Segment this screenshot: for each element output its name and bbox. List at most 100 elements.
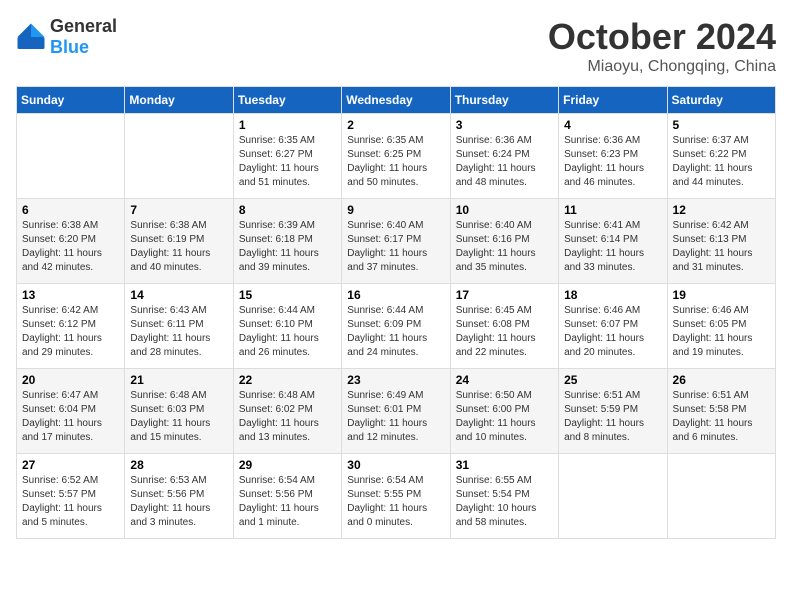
day-number: 20 [22, 373, 119, 387]
day-number: 7 [130, 203, 227, 217]
day-number: 30 [347, 458, 444, 472]
calendar-table: SundayMondayTuesdayWednesdayThursdayFrid… [16, 86, 776, 539]
day-info: Sunrise: 6:53 AMSunset: 5:56 PMDaylight:… [130, 474, 227, 530]
calendar-cell: 19 Sunrise: 6:46 AMSunset: 6:05 PMDaylig… [667, 284, 775, 369]
calendar-cell: 30 Sunrise: 6:54 AMSunset: 5:55 PMDaylig… [342, 454, 450, 539]
location: Miaoyu, Chongqing, China [548, 58, 776, 76]
day-info: Sunrise: 6:46 AMSunset: 6:05 PMDaylight:… [673, 304, 770, 360]
day-info: Sunrise: 6:52 AMSunset: 5:57 PMDaylight:… [22, 474, 119, 530]
day-info: Sunrise: 6:35 AMSunset: 6:25 PMDaylight:… [347, 134, 444, 190]
day-info: Sunrise: 6:54 AMSunset: 5:55 PMDaylight:… [347, 474, 444, 530]
calendar-header-row: SundayMondayTuesdayWednesdayThursdayFrid… [17, 87, 776, 114]
day-number: 10 [456, 203, 553, 217]
day-info: Sunrise: 6:55 AMSunset: 5:54 PMDaylight:… [456, 474, 553, 530]
day-number: 22 [239, 373, 336, 387]
day-number: 4 [564, 118, 661, 132]
day-info: Sunrise: 6:45 AMSunset: 6:08 PMDaylight:… [456, 304, 553, 360]
day-info: Sunrise: 6:38 AMSunset: 6:19 PMDaylight:… [130, 219, 227, 275]
logo-text: General Blue [50, 16, 117, 58]
day-number: 28 [130, 458, 227, 472]
day-info: Sunrise: 6:51 AMSunset: 5:59 PMDaylight:… [564, 389, 661, 445]
day-info: Sunrise: 6:36 AMSunset: 6:24 PMDaylight:… [456, 134, 553, 190]
calendar-week-row: 27 Sunrise: 6:52 AMSunset: 5:57 PMDaylig… [17, 454, 776, 539]
day-info: Sunrise: 6:40 AMSunset: 6:16 PMDaylight:… [456, 219, 553, 275]
calendar-week-row: 13 Sunrise: 6:42 AMSunset: 6:12 PMDaylig… [17, 284, 776, 369]
calendar-cell: 9 Sunrise: 6:40 AMSunset: 6:17 PMDayligh… [342, 199, 450, 284]
day-number: 18 [564, 288, 661, 302]
day-info: Sunrise: 6:47 AMSunset: 6:04 PMDaylight:… [22, 389, 119, 445]
day-number: 25 [564, 373, 661, 387]
title-section: October 2024 Miaoyu, Chongqing, China [548, 16, 776, 76]
day-number: 17 [456, 288, 553, 302]
day-number: 15 [239, 288, 336, 302]
calendar-cell: 27 Sunrise: 6:52 AMSunset: 5:57 PMDaylig… [17, 454, 125, 539]
day-info: Sunrise: 6:36 AMSunset: 6:23 PMDaylight:… [564, 134, 661, 190]
day-info: Sunrise: 6:48 AMSunset: 6:02 PMDaylight:… [239, 389, 336, 445]
day-number: 5 [673, 118, 770, 132]
calendar-day-header: Tuesday [233, 87, 341, 114]
day-number: 11 [564, 203, 661, 217]
day-number: 21 [130, 373, 227, 387]
day-number: 9 [347, 203, 444, 217]
day-info: Sunrise: 6:54 AMSunset: 5:56 PMDaylight:… [239, 474, 336, 530]
day-info: Sunrise: 6:51 AMSunset: 5:58 PMDaylight:… [673, 389, 770, 445]
calendar-cell: 3 Sunrise: 6:36 AMSunset: 6:24 PMDayligh… [450, 114, 558, 199]
calendar-cell [17, 114, 125, 199]
calendar-cell [125, 114, 233, 199]
calendar-cell: 18 Sunrise: 6:46 AMSunset: 6:07 PMDaylig… [559, 284, 667, 369]
calendar-cell: 28 Sunrise: 6:53 AMSunset: 5:56 PMDaylig… [125, 454, 233, 539]
day-number: 8 [239, 203, 336, 217]
calendar-cell: 12 Sunrise: 6:42 AMSunset: 6:13 PMDaylig… [667, 199, 775, 284]
calendar-cell [667, 454, 775, 539]
day-info: Sunrise: 6:44 AMSunset: 6:10 PMDaylight:… [239, 304, 336, 360]
day-number: 27 [22, 458, 119, 472]
calendar-week-row: 20 Sunrise: 6:47 AMSunset: 6:04 PMDaylig… [17, 369, 776, 454]
calendar-cell: 14 Sunrise: 6:43 AMSunset: 6:11 PMDaylig… [125, 284, 233, 369]
day-number: 31 [456, 458, 553, 472]
calendar-cell: 4 Sunrise: 6:36 AMSunset: 6:23 PMDayligh… [559, 114, 667, 199]
day-number: 1 [239, 118, 336, 132]
calendar-cell: 23 Sunrise: 6:49 AMSunset: 6:01 PMDaylig… [342, 369, 450, 454]
day-info: Sunrise: 6:41 AMSunset: 6:14 PMDaylight:… [564, 219, 661, 275]
calendar-cell: 2 Sunrise: 6:35 AMSunset: 6:25 PMDayligh… [342, 114, 450, 199]
calendar-cell: 7 Sunrise: 6:38 AMSunset: 6:19 PMDayligh… [125, 199, 233, 284]
day-number: 29 [239, 458, 336, 472]
day-info: Sunrise: 6:44 AMSunset: 6:09 PMDaylight:… [347, 304, 444, 360]
day-number: 6 [22, 203, 119, 217]
day-number: 16 [347, 288, 444, 302]
calendar-cell: 17 Sunrise: 6:45 AMSunset: 6:08 PMDaylig… [450, 284, 558, 369]
calendar-cell: 10 Sunrise: 6:40 AMSunset: 6:16 PMDaylig… [450, 199, 558, 284]
calendar-cell: 26 Sunrise: 6:51 AMSunset: 5:58 PMDaylig… [667, 369, 775, 454]
day-info: Sunrise: 6:38 AMSunset: 6:20 PMDaylight:… [22, 219, 119, 275]
day-number: 26 [673, 373, 770, 387]
day-number: 12 [673, 203, 770, 217]
calendar-cell [559, 454, 667, 539]
calendar-cell: 25 Sunrise: 6:51 AMSunset: 5:59 PMDaylig… [559, 369, 667, 454]
logo-general: General [50, 16, 117, 36]
calendar-cell: 22 Sunrise: 6:48 AMSunset: 6:02 PMDaylig… [233, 369, 341, 454]
page-header: General Blue October 2024 Miaoyu, Chongq… [16, 16, 776, 76]
logo: General Blue [16, 16, 117, 58]
calendar-day-header: Monday [125, 87, 233, 114]
calendar-cell: 8 Sunrise: 6:39 AMSunset: 6:18 PMDayligh… [233, 199, 341, 284]
day-number: 19 [673, 288, 770, 302]
calendar-day-header: Wednesday [342, 87, 450, 114]
day-number: 23 [347, 373, 444, 387]
calendar-cell: 5 Sunrise: 6:37 AMSunset: 6:22 PMDayligh… [667, 114, 775, 199]
day-info: Sunrise: 6:50 AMSunset: 6:00 PMDaylight:… [456, 389, 553, 445]
day-info: Sunrise: 6:48 AMSunset: 6:03 PMDaylight:… [130, 389, 227, 445]
day-info: Sunrise: 6:46 AMSunset: 6:07 PMDaylight:… [564, 304, 661, 360]
day-info: Sunrise: 6:42 AMSunset: 6:13 PMDaylight:… [673, 219, 770, 275]
day-info: Sunrise: 6:43 AMSunset: 6:11 PMDaylight:… [130, 304, 227, 360]
calendar-cell: 29 Sunrise: 6:54 AMSunset: 5:56 PMDaylig… [233, 454, 341, 539]
calendar-cell: 6 Sunrise: 6:38 AMSunset: 6:20 PMDayligh… [17, 199, 125, 284]
calendar-cell: 11 Sunrise: 6:41 AMSunset: 6:14 PMDaylig… [559, 199, 667, 284]
calendar-cell: 24 Sunrise: 6:50 AMSunset: 6:00 PMDaylig… [450, 369, 558, 454]
day-number: 3 [456, 118, 553, 132]
day-info: Sunrise: 6:39 AMSunset: 6:18 PMDaylight:… [239, 219, 336, 275]
logo-blue: Blue [50, 37, 89, 57]
day-number: 2 [347, 118, 444, 132]
calendar-day-header: Thursday [450, 87, 558, 114]
day-number: 14 [130, 288, 227, 302]
day-number: 24 [456, 373, 553, 387]
